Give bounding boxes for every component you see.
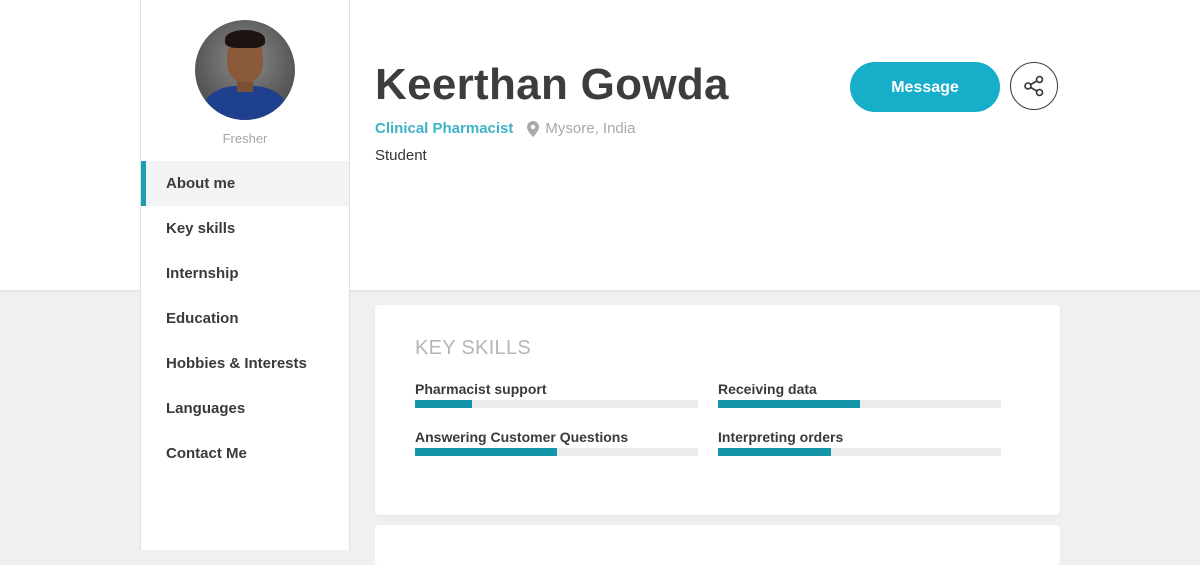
avatar [195, 20, 295, 120]
sidebar-item-hobbies-interests[interactable]: Hobbies & Interests [141, 341, 349, 386]
skill-progress-track [415, 400, 698, 408]
skill-progress-track [718, 448, 1001, 456]
skill-item: Pharmacist support [415, 380, 698, 408]
skill-item: Interpreting orders [718, 428, 1001, 456]
skill-progress-track [718, 400, 1001, 408]
share-icon [1024, 75, 1044, 97]
sidebar-nav: About me Key skills Internship Education… [141, 161, 349, 476]
sidebar-item-key-skills[interactable]: Key skills [141, 206, 349, 251]
skill-label: Answering Customer Questions [415, 429, 629, 445]
skill-label: Interpreting orders [718, 429, 844, 445]
experience-level: Fresher [222, 131, 268, 146]
sidebar-item-contact-me[interactable]: Contact Me [141, 431, 349, 476]
key-skills-card: KEY SKILLS Pharmacist support Receiving … [375, 305, 1060, 515]
next-section-card [375, 525, 1060, 565]
profile-meta-row: Clinical Pharmacist Mysore, India [375, 120, 635, 137]
share-button[interactable] [1010, 62, 1058, 110]
message-button[interactable]: Message [850, 62, 1000, 112]
sidebar-item-internship[interactable]: Internship [141, 251, 349, 296]
skill-progress-fill [415, 400, 472, 408]
skill-progress-fill [415, 448, 557, 456]
sidebar: Fresher About me Key skills Internship E… [140, 0, 350, 550]
job-title: Clinical Pharmacist [375, 120, 514, 137]
sidebar-item-about-me[interactable]: About me [141, 161, 349, 206]
skill-progress-fill [718, 400, 860, 408]
sidebar-item-languages[interactable]: Languages [141, 386, 349, 431]
location-pin-icon [527, 120, 540, 137]
location: Mysore, India [545, 120, 636, 137]
skill-label: Receiving data [718, 381, 817, 397]
sidebar-item-education[interactable]: Education [141, 296, 349, 341]
skill-progress-fill [718, 448, 832, 456]
skill-item: Answering Customer Questions [415, 428, 698, 456]
key-skills-title: KEY SKILLS [415, 337, 532, 359]
skill-progress-track [415, 448, 698, 456]
skill-item: Receiving data [718, 380, 1001, 408]
profile-name: Keerthan Gowda [375, 60, 729, 109]
skill-label: Pharmacist support [415, 381, 547, 397]
profile-subtitle: Student [375, 147, 427, 164]
